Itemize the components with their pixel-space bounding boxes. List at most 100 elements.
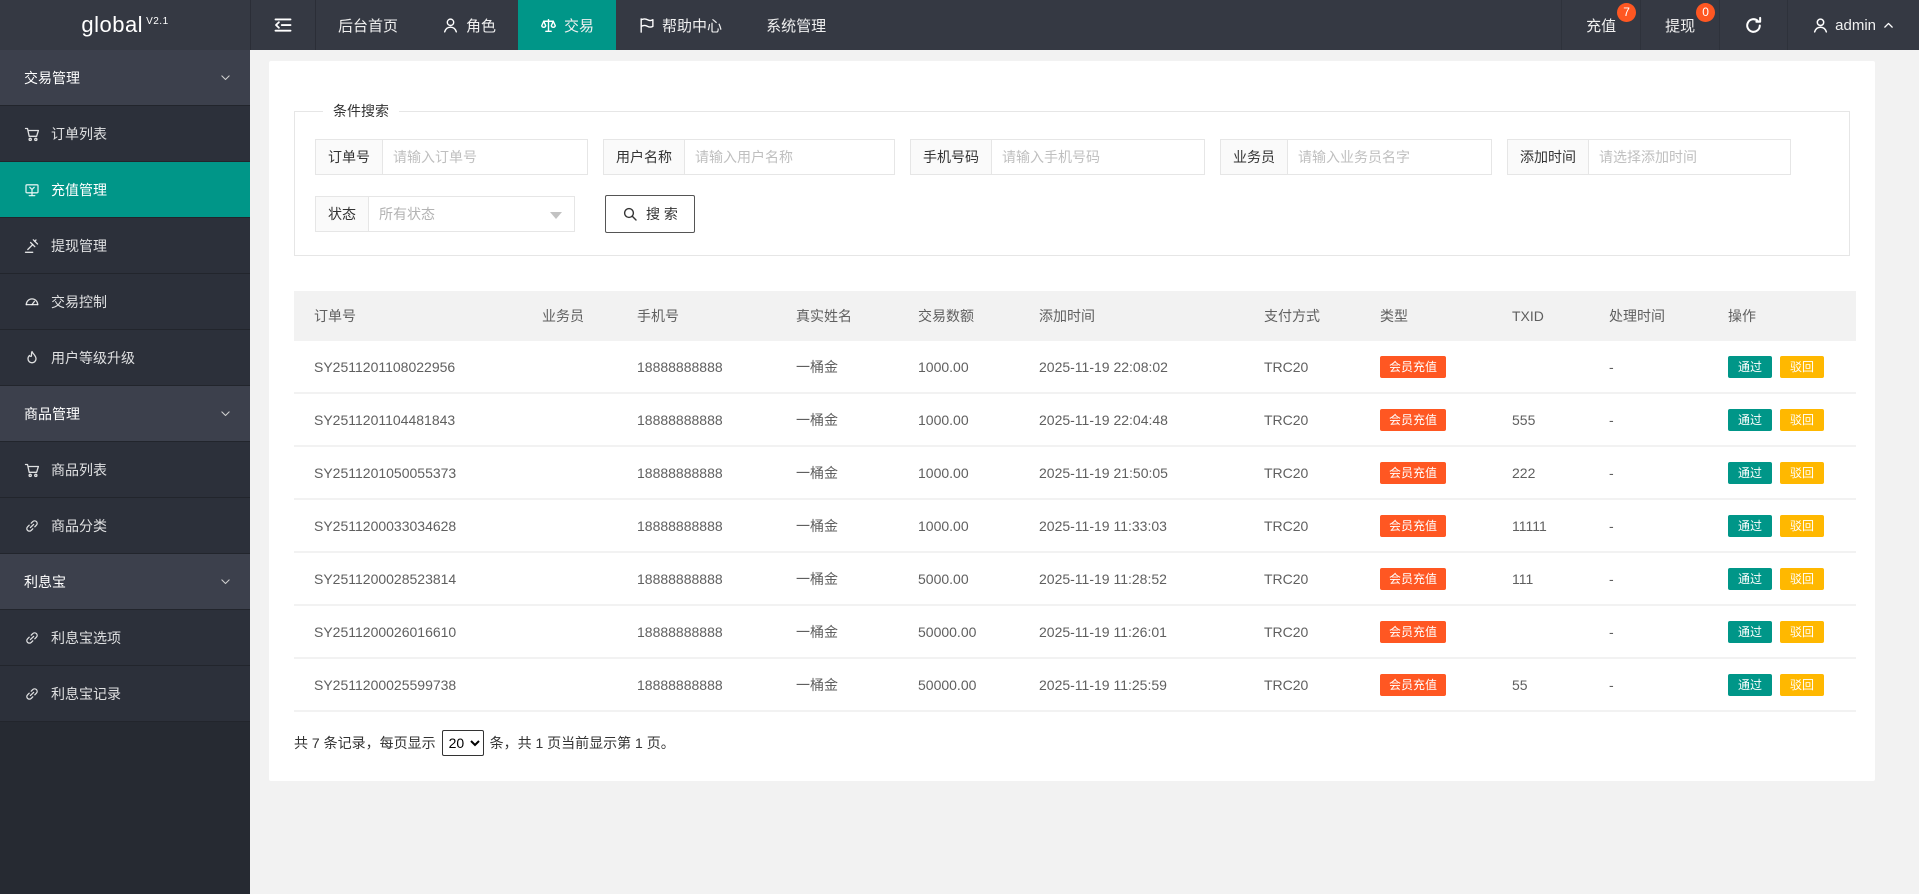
- cell-added-at: 2025-11-19 11:28:52: [1029, 552, 1254, 606]
- reject-button[interactable]: 驳回: [1780, 355, 1825, 378]
- col-amount: 交易数额: [908, 291, 1029, 341]
- approve-button[interactable]: 通过: [1728, 673, 1773, 696]
- cell-added-at: 2025-11-19 22:04:48: [1029, 393, 1254, 447]
- cell-salesman: [532, 499, 627, 553]
- reject-button[interactable]: 驳回: [1780, 408, 1825, 431]
- chevron-up-icon: [1882, 19, 1895, 32]
- add-time-field-group: 添加时间: [1507, 139, 1791, 175]
- chevron-down-icon: [219, 407, 232, 420]
- field-label: 业务员: [1220, 139, 1288, 175]
- col-processed-at: 处理时间: [1599, 291, 1718, 341]
- col-added-at: 添加时间: [1029, 291, 1254, 341]
- withdraw-nav-button[interactable]: 提现 0: [1640, 0, 1719, 50]
- add-time-input[interactable]: [1589, 139, 1791, 175]
- cell-salesman: [532, 341, 627, 394]
- cell-processed-at: -: [1599, 446, 1718, 500]
- sidebar-item-label: 商品列表: [51, 461, 107, 478]
- search-legend: 条件搜索: [333, 103, 389, 119]
- cell-type: 会员充值: [1370, 499, 1502, 553]
- cell-order-no: SY2511201104481843: [294, 393, 532, 447]
- order-no-input[interactable]: [383, 139, 588, 175]
- cell-processed-at: -: [1599, 393, 1718, 447]
- sidebar-item-label: 交易控制: [51, 293, 107, 310]
- cell-salesman: [532, 446, 627, 500]
- sidebar-group-goods-management[interactable]: 商品管理: [0, 386, 250, 442]
- reject-button[interactable]: 驳回: [1780, 620, 1825, 643]
- salesman-input[interactable]: [1288, 139, 1492, 175]
- sidebar-item-user-level-upgrade[interactable]: 用户等级升级: [0, 330, 250, 386]
- cell-amount: 50000.00: [908, 605, 1029, 659]
- cell-amount: 5000.00: [908, 552, 1029, 606]
- main-nav: 后台首页 角色 交易 帮助中心 系统管理: [316, 0, 848, 50]
- col-real-name: 真实姓名: [786, 291, 908, 341]
- cell-txid: 222: [1502, 446, 1599, 500]
- approve-button[interactable]: 通过: [1728, 355, 1773, 378]
- phone-field-group: 手机号码: [910, 139, 1205, 175]
- sidebar-item-recharge-management[interactable]: 充值管理: [0, 162, 250, 218]
- cell-actions: 通过 驳回: [1718, 552, 1856, 606]
- logo-text: global: [81, 12, 144, 37]
- cell-real-name: 一桶金: [786, 341, 908, 394]
- status-select[interactable]: 所有状态: [369, 196, 575, 232]
- sidebar-group-trade-management[interactable]: 交易管理: [0, 50, 250, 106]
- approve-button[interactable]: 通过: [1728, 620, 1773, 643]
- cell-salesman: [532, 605, 627, 659]
- cell-real-name: 一桶金: [786, 605, 908, 659]
- nav-item-trade[interactable]: 交易: [518, 0, 617, 50]
- sidebar-item-interest-records[interactable]: 利息宝记录: [0, 666, 250, 722]
- field-label: 订单号: [315, 139, 383, 175]
- cell-actions: 通过 驳回: [1718, 605, 1856, 659]
- cell-type: 会员充值: [1370, 605, 1502, 659]
- nav-item-help-center[interactable]: 帮助中心: [616, 0, 744, 50]
- search-button-label: 搜 索: [646, 206, 678, 222]
- nav-item-label: 角色: [466, 17, 497, 35]
- type-badge: 会员充值: [1380, 620, 1447, 643]
- nav-item-role[interactable]: 角色: [420, 0, 518, 50]
- cell-pay-method: TRC20: [1254, 499, 1370, 553]
- reject-button[interactable]: 驳回: [1780, 567, 1825, 590]
- link-icon: [24, 630, 40, 646]
- approve-button[interactable]: 通过: [1728, 408, 1773, 431]
- navbar-right: 充值 7 提现 0 admin: [1561, 0, 1919, 50]
- search-button[interactable]: 搜 索: [605, 195, 695, 233]
- nav-item-system[interactable]: 系统管理: [744, 0, 848, 50]
- sidebar-item-goods-list[interactable]: 商品列表: [0, 442, 250, 498]
- user-name-input[interactable]: [685, 139, 895, 175]
- search-icon: [622, 206, 638, 222]
- user-icon: [442, 17, 459, 34]
- reject-button[interactable]: 驳回: [1780, 673, 1825, 696]
- pagination: 共 7 条记录，每页显示 20 条，共 1 页当前显示第 1 页。: [294, 730, 1850, 756]
- approve-button[interactable]: 通过: [1728, 514, 1773, 537]
- cart-icon: [24, 462, 40, 478]
- menu-collapse-button[interactable]: [250, 0, 316, 50]
- sidebar-item-withdraw-management[interactable]: 提现管理: [0, 218, 250, 274]
- cell-phone: 18888888888: [627, 393, 786, 447]
- sidebar-group-label: 利息宝: [24, 573, 66, 590]
- content-area: 条件搜索 订单号用户名称手机号码业务员添加时间 状态 所有状态: [250, 36, 1919, 844]
- cart-icon: [24, 126, 40, 142]
- reject-button[interactable]: 驳回: [1780, 461, 1825, 484]
- col-pay-method: 支付方式: [1254, 291, 1370, 341]
- recharge-nav-button[interactable]: 充值 7: [1561, 0, 1640, 50]
- cell-pay-method: TRC20: [1254, 393, 1370, 447]
- cell-real-name: 一桶金: [786, 499, 908, 553]
- page-size-select[interactable]: 20: [441, 730, 484, 756]
- reject-button[interactable]: 驳回: [1780, 514, 1825, 537]
- sidebar-item-order-list[interactable]: 订单列表: [0, 106, 250, 162]
- refresh-button[interactable]: [1719, 0, 1787, 50]
- type-badge: 会员充值: [1380, 567, 1447, 590]
- sidebar-group-interest-treasure[interactable]: 利息宝: [0, 554, 250, 610]
- approve-button[interactable]: 通过: [1728, 567, 1773, 590]
- sidebar-item-trade-control[interactable]: 交易控制: [0, 274, 250, 330]
- phone-input[interactable]: [992, 139, 1205, 175]
- sidebar-item-interest-options[interactable]: 利息宝选项: [0, 610, 250, 666]
- sidebar-item-label: 利息宝记录: [51, 685, 121, 702]
- user-menu[interactable]: admin: [1787, 0, 1919, 50]
- approve-button[interactable]: 通过: [1728, 461, 1773, 484]
- cell-actions: 通过 驳回: [1718, 499, 1856, 553]
- sidebar-item-goods-category[interactable]: 商品分类: [0, 498, 250, 554]
- nav-item-home[interactable]: 后台首页: [316, 0, 420, 50]
- cell-actions: 通过 驳回: [1718, 446, 1856, 500]
- logo-version: V2.1: [146, 15, 169, 27]
- cell-real-name: 一桶金: [786, 393, 908, 447]
